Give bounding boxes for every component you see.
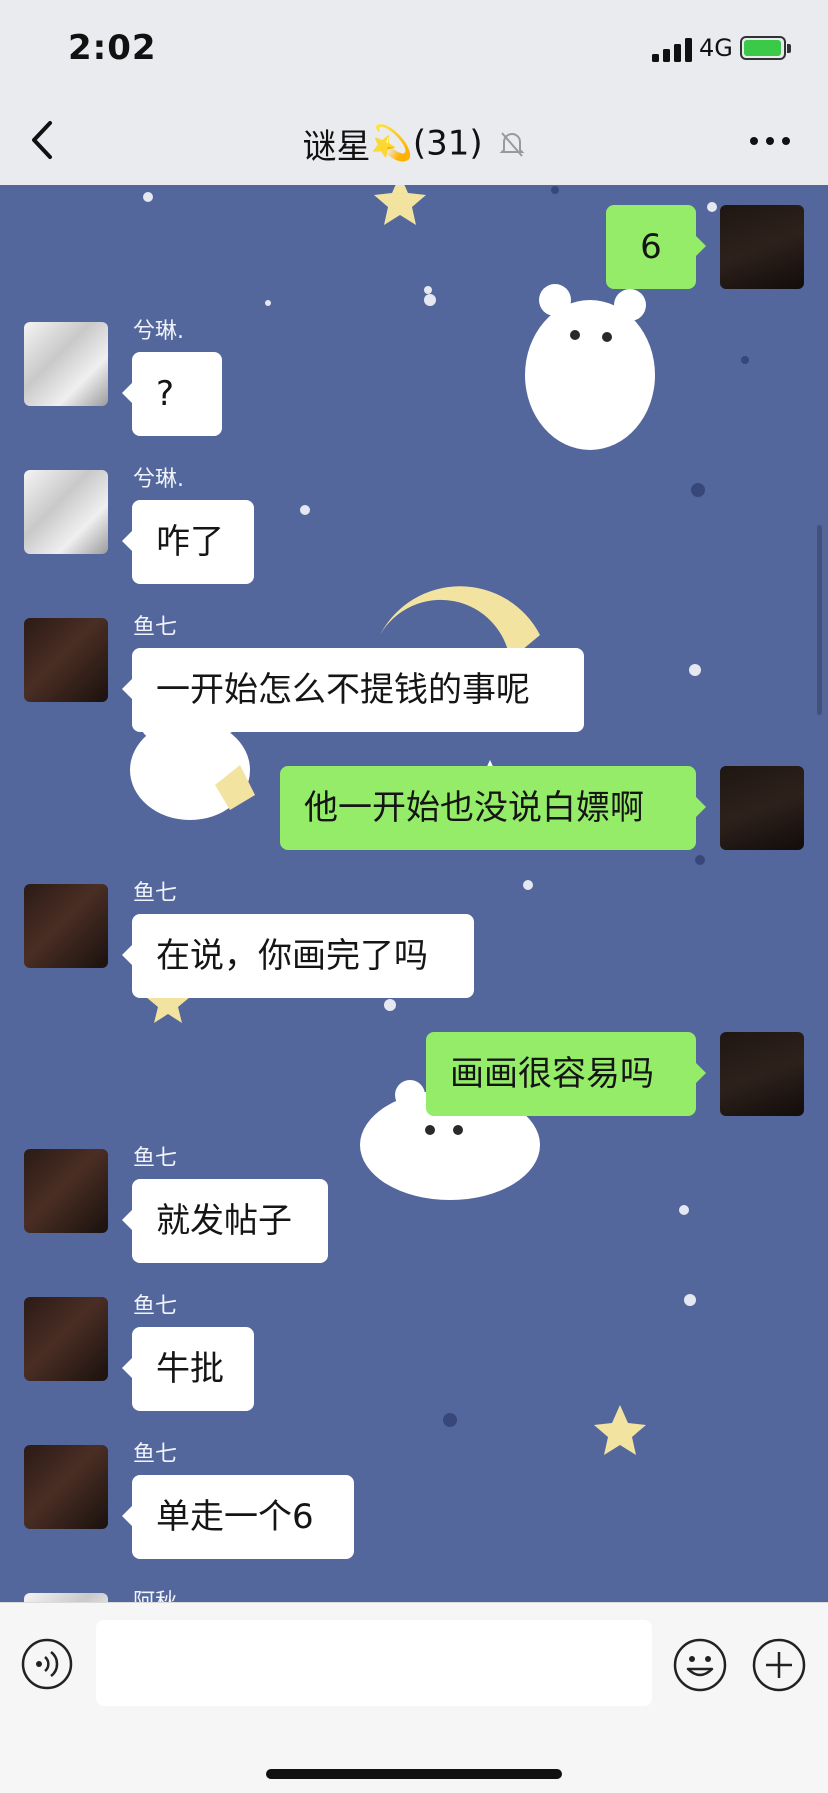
status-bar: 2:02 4G bbox=[0, 0, 828, 95]
sender-avatar[interactable] bbox=[24, 1297, 108, 1381]
sender-avatar[interactable] bbox=[24, 322, 108, 406]
sender-avatar[interactable] bbox=[24, 470, 108, 554]
sender-name: 鱼七 bbox=[133, 1294, 178, 1319]
self-avatar[interactable] bbox=[720, 205, 804, 289]
more-icon[interactable] bbox=[748, 121, 792, 161]
scroll-indicator[interactable] bbox=[817, 525, 822, 715]
message-bubble-out[interactable]: 6 bbox=[606, 205, 706, 289]
sender-name: 兮琳. bbox=[133, 319, 184, 344]
sender-name: 鱼七 bbox=[133, 881, 178, 906]
sender-name: 鱼七 bbox=[133, 1146, 178, 1171]
star-emoji: 💫 bbox=[370, 123, 413, 164]
voice-icon[interactable] bbox=[20, 1637, 74, 1691]
sender-avatar[interactable] bbox=[24, 1149, 108, 1233]
self-avatar[interactable] bbox=[720, 766, 804, 850]
sender-name: 鱼七 bbox=[133, 615, 178, 640]
status-time: 2:02 bbox=[68, 28, 157, 68]
emoji-icon[interactable] bbox=[672, 1637, 728, 1693]
self-avatar[interactable] bbox=[720, 1032, 804, 1116]
message-bubble-out[interactable]: 他一开始也没说白嫖啊 bbox=[280, 766, 706, 850]
chat-area[interactable]: 6 兮琳. ? 兮琳. 咋了 鱼七 一开始怎么不提钱的事呢 他一开始也没说白嫖啊… bbox=[0, 185, 828, 1602]
sender-name: 鱼七 bbox=[133, 1442, 178, 1467]
sender-name: 阿秋 bbox=[133, 1584, 177, 1602]
signal-icon bbox=[652, 38, 692, 62]
plus-icon[interactable] bbox=[751, 1637, 807, 1693]
network-type: 4G bbox=[699, 34, 733, 62]
chat-header: 谜星💫(31) bbox=[0, 95, 828, 186]
message-bubble-in[interactable]: 牛批 bbox=[122, 1327, 254, 1411]
bell-slash-icon bbox=[500, 131, 525, 157]
battery-icon bbox=[740, 36, 786, 60]
message-bubble-in[interactable]: ? bbox=[122, 352, 222, 436]
message-bubble-in[interactable]: 咋了 bbox=[122, 500, 254, 584]
home-indicator[interactable] bbox=[266, 1769, 562, 1779]
message-bubble-in[interactable]: 就发帖子 bbox=[122, 1179, 328, 1263]
sender-avatar[interactable] bbox=[24, 1593, 108, 1602]
message-bubble-in[interactable]: 在说，你画完了吗 bbox=[122, 914, 474, 998]
message-bubble-in[interactable]: 一开始怎么不提钱的事呢 bbox=[122, 648, 584, 732]
input-bar bbox=[0, 1602, 828, 1793]
member-count: (31) bbox=[412, 123, 483, 164]
message-bubble-out[interactable]: 画画很容易吗 bbox=[426, 1032, 706, 1116]
sender-name: 兮琳. bbox=[133, 467, 184, 492]
sender-avatar[interactable] bbox=[24, 1445, 108, 1529]
chat-title: 谜星💫(31) bbox=[0, 119, 828, 168]
sender-avatar[interactable] bbox=[24, 618, 108, 702]
sender-avatar[interactable] bbox=[24, 884, 108, 968]
message-bubble-in[interactable]: 单走一个6 bbox=[122, 1475, 354, 1559]
group-name: 谜星 bbox=[302, 127, 371, 167]
message-input[interactable] bbox=[96, 1620, 652, 1706]
